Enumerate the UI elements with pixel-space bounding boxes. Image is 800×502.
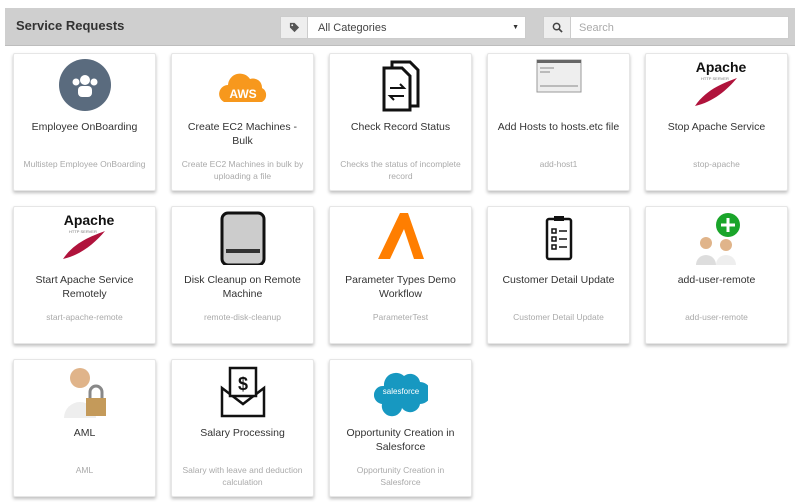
card-description: start-apache-remote bbox=[46, 312, 123, 322]
svg-text:HTTP SERVER: HTTP SERVER bbox=[701, 76, 729, 81]
search-box[interactable] bbox=[543, 16, 789, 39]
apache-icon: Apache HTTP SERVER bbox=[14, 211, 155, 265]
documents-swap-icon bbox=[330, 58, 471, 112]
service-card[interactable]: Add Hosts to hosts.etc file add-host1 bbox=[487, 53, 630, 191]
aws-icon: AWS bbox=[172, 58, 313, 112]
svg-text:Apache: Apache bbox=[63, 212, 114, 228]
hard-drive-icon bbox=[172, 211, 313, 265]
card-description: Customer Detail Update bbox=[513, 312, 604, 322]
card-title: Opportunity Creation in Salesforce bbox=[346, 427, 455, 453]
card-title: Start Apache Service Remotely bbox=[35, 274, 134, 300]
card-description: Salary with leave and deduction calculat… bbox=[182, 465, 303, 487]
salary-envelope-icon: $ bbox=[172, 364, 313, 418]
header-bar: Service Requests All Categories ▼ bbox=[5, 8, 795, 46]
card-description: AML bbox=[75, 465, 94, 475]
add-user-icon bbox=[646, 211, 787, 265]
service-card[interactable]: AML AML bbox=[13, 359, 156, 497]
service-card[interactable]: add-user-remote add-user-remote bbox=[645, 206, 788, 344]
card-description: add-user-remote bbox=[685, 312, 748, 322]
apache-icon: Apache HTTP SERVER bbox=[646, 58, 787, 112]
clipboard-checklist-icon bbox=[488, 211, 629, 265]
user-lock-icon bbox=[14, 364, 155, 418]
service-card[interactable]: Disk Cleanup on Remote Machine remote-di… bbox=[171, 206, 314, 344]
svg-text:Apache: Apache bbox=[695, 59, 746, 75]
service-card[interactable]: Customer Detail Update Customer Detail U… bbox=[487, 206, 630, 344]
card-title: Check Record Status bbox=[350, 121, 451, 133]
search-input[interactable] bbox=[571, 17, 788, 38]
service-card[interactable]: Check Record Status Checks the status of… bbox=[329, 53, 472, 191]
service-card[interactable]: Parameter Types Demo Workflow ParameterT… bbox=[329, 206, 472, 344]
search-icon bbox=[544, 17, 571, 38]
service-card[interactable]: $ Salary Processing Salary with leave an… bbox=[171, 359, 314, 497]
service-card[interactable]: AWS Create EC2 Machines - Bulk Create EC… bbox=[171, 53, 314, 191]
card-description: Checks the status of incomplete record bbox=[340, 159, 461, 181]
card-description: add-host1 bbox=[539, 159, 578, 169]
card-description: remote-disk-cleanup bbox=[203, 312, 281, 322]
logo-a-icon bbox=[330, 211, 471, 265]
card-title: AML bbox=[73, 427, 96, 439]
card-title: Disk Cleanup on Remote Machine bbox=[184, 274, 301, 300]
service-card[interactable]: Apache HTTP SERVER Stop Apache Service st… bbox=[645, 53, 788, 191]
card-description: ParameterTest bbox=[372, 312, 429, 322]
card-title: Add Hosts to hosts.etc file bbox=[497, 121, 620, 133]
users-icon bbox=[14, 58, 155, 112]
page-title: Service Requests bbox=[16, 18, 125, 33]
card-title: Employee OnBoarding bbox=[31, 121, 138, 133]
card-description: stop-apache bbox=[693, 159, 740, 169]
category-value: All Categories bbox=[318, 22, 387, 34]
service-card[interactable]: Apache HTTP SERVER Start Apache Service R… bbox=[13, 206, 156, 344]
category-select[interactable]: All Categories ▼ bbox=[280, 16, 526, 39]
svg-text:$: $ bbox=[237, 374, 247, 394]
card-title: Parameter Types Demo Workflow bbox=[345, 274, 456, 300]
card-title: Customer Detail Update bbox=[502, 274, 615, 286]
card-title: add-user-remote bbox=[677, 274, 756, 286]
service-card[interactable]: salesforce Opportunity Creation in Sales… bbox=[329, 359, 472, 497]
svg-text:salesforce: salesforce bbox=[382, 387, 419, 396]
svg-text:HTTP SERVER: HTTP SERVER bbox=[69, 229, 97, 234]
card-title: Create EC2 Machines - Bulk bbox=[187, 121, 298, 147]
svg-text:AWS: AWS bbox=[229, 87, 256, 101]
card-title: Salary Processing bbox=[200, 427, 285, 439]
caret-down-icon: ▼ bbox=[512, 24, 519, 31]
card-description: Create EC2 Machines in bulk by uploading… bbox=[181, 159, 304, 181]
salesforce-icon: salesforce bbox=[330, 364, 471, 418]
terminal-screenshot-icon bbox=[488, 58, 629, 112]
card-title: Stop Apache Service bbox=[667, 121, 766, 133]
card-description: Opportunity Creation in Salesforce bbox=[356, 465, 445, 487]
service-card[interactable]: Employee OnBoarding Multistep Employee O… bbox=[13, 53, 156, 191]
tag-icon bbox=[281, 17, 308, 38]
card-description: Multistep Employee OnBoarding bbox=[23, 159, 146, 169]
